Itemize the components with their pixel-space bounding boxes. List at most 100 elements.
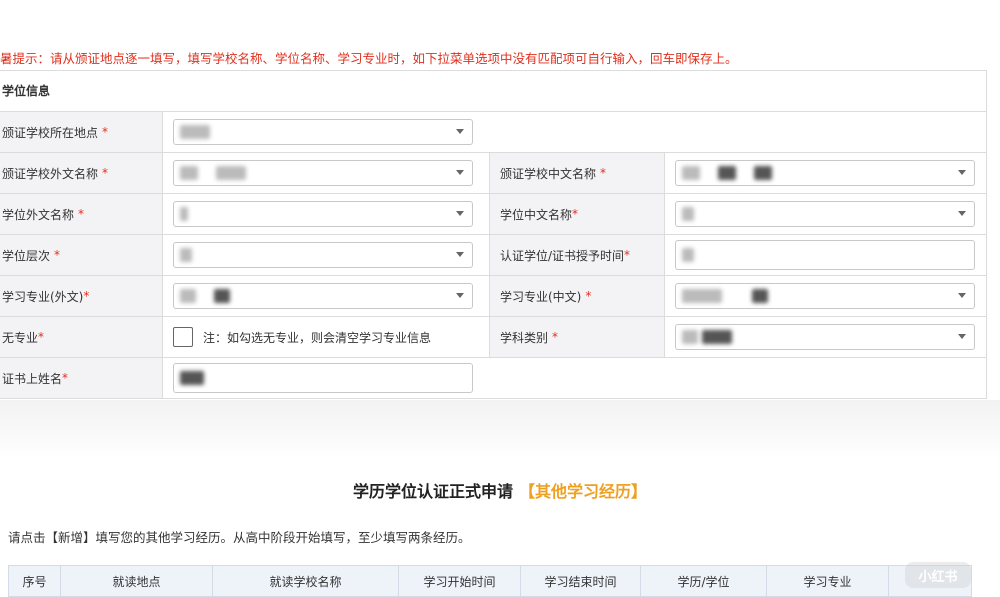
column-header: 序号 — [9, 566, 61, 596]
field-label: 颁证学校中文名称 * — [490, 153, 665, 193]
field-label: 无专业 * — [0, 317, 163, 357]
section-title: 学历学位认证正式申请 【其他学习经历】 — [0, 478, 1000, 502]
column-header: 就读地点 — [61, 566, 213, 596]
required-mark: * — [102, 166, 109, 180]
certificate-name-input[interactable] — [173, 363, 473, 393]
redacted-value — [682, 166, 700, 180]
major-chinese-select[interactable] — [675, 283, 975, 309]
redacted-value — [216, 166, 246, 180]
chevron-down-icon — [456, 252, 464, 257]
degree-chinese-name-select[interactable] — [675, 201, 975, 227]
redacted-value — [180, 371, 204, 385]
field-cell — [163, 276, 490, 316]
field-label: 学习专业(中文) * — [490, 276, 665, 316]
award-date-input[interactable] — [675, 240, 975, 270]
form-row-cert-name: 证书上姓名 * — [0, 358, 986, 398]
redacted-value — [180, 207, 188, 221]
chevron-down-icon — [456, 170, 464, 175]
field-cell: 注：如勾选无专业，则会清空学习专业信息 — [163, 317, 490, 357]
label-no-major: 无专业 — [2, 330, 39, 345]
instruction-text: 请点击【新增】填写您的其他学习经历。从高中阶段开始填写，至少填写两条经历。 — [8, 530, 471, 545]
form-row-no-major: 无专业 * 注：如勾选无专业，则会清空学习专业信息 学科类别 * — [0, 317, 986, 358]
form-row-location: 颁证学校所在地点 * — [0, 112, 986, 153]
field-cell — [665, 276, 986, 316]
redacted-value — [682, 248, 694, 262]
required-mark: * — [38, 330, 45, 344]
label-degree-chinese-name: 学位中文名称 — [500, 207, 573, 222]
no-major-note: 注：如勾选无专业，则会清空学习专业信息 — [203, 330, 432, 345]
redacted-value — [702, 330, 732, 344]
label-school-location: 颁证学校所在地点 — [2, 125, 99, 140]
column-header: 学习结束时间 — [521, 566, 641, 596]
chevron-down-icon — [958, 293, 966, 298]
form-row-school-name: 颁证学校外文名称 * 颁证学校中文名称 * — [0, 153, 986, 194]
degree-info-form: 学位信息 颁证学校所在地点 * 颁证学校外文名称 * 颁证学校中文名称 * 学位… — [0, 70, 987, 399]
redacted-value — [682, 289, 722, 303]
required-mark: * — [552, 330, 559, 344]
no-major-checkbox[interactable] — [173, 327, 193, 347]
field-label: 学位中文名称 * — [490, 194, 665, 234]
field-cell — [163, 153, 490, 193]
chevron-down-icon — [456, 129, 464, 134]
degree-level-select[interactable] — [173, 242, 473, 268]
column-header: 就读学校名称 — [213, 566, 399, 596]
degree-foreign-name-select[interactable] — [173, 201, 473, 227]
label-major-foreign: 学习专业(外文) — [2, 289, 84, 304]
field-label: 学习专业(外文) * — [0, 276, 163, 316]
form-row-degree-name: 学位外文名称 * 学位中文名称 * — [0, 194, 986, 235]
field-label: 颁证学校所在地点 * — [0, 112, 163, 152]
chevron-down-icon — [958, 211, 966, 216]
form-header: 学位信息 — [0, 71, 986, 112]
subject-category-select[interactable] — [675, 324, 975, 350]
redacted-value — [180, 125, 210, 139]
notice-text: 暑提示：请从颁证地点逐一填写，填写学校名称、学位名称、学习专业时，如下拉菜单选项… — [0, 51, 738, 66]
label-subject-category: 学科类别 — [500, 330, 549, 345]
redacted-value — [214, 289, 230, 303]
field-label: 证书上姓名 * — [0, 358, 163, 398]
required-mark: * — [102, 125, 109, 139]
redacted-value — [180, 248, 192, 262]
chevron-down-icon — [958, 170, 966, 175]
label-major-chinese: 学习专业(中文) — [500, 289, 582, 304]
column-header: 学习开始时间 — [399, 566, 521, 596]
field-cell — [665, 235, 986, 275]
redacted-value — [682, 330, 698, 344]
required-mark: * — [624, 248, 631, 262]
required-mark: * — [83, 289, 90, 303]
field-cell — [163, 194, 490, 234]
required-mark: * — [600, 166, 607, 180]
field-cell — [665, 317, 986, 357]
redacted-value — [180, 166, 198, 180]
watermark-logo: 小红书 — [905, 562, 971, 588]
field-cell — [163, 112, 490, 152]
column-header: 学习专业 — [767, 566, 889, 596]
field-cell — [665, 194, 986, 234]
required-mark: * — [572, 207, 579, 221]
field-cell — [163, 358, 490, 398]
form-row-major: 学习专业(外文) * 学习专业(中文) * — [0, 276, 986, 317]
column-header: 学历/学位 — [641, 566, 767, 596]
label-school-foreign-name: 颁证学校外文名称 — [2, 166, 99, 181]
required-mark: * — [54, 248, 61, 262]
field-label: 认证学位/证书授予时间 * — [490, 235, 665, 275]
chevron-down-icon — [456, 293, 464, 298]
redacted-value — [752, 289, 768, 303]
required-mark: * — [62, 371, 69, 385]
label-degree-level: 学位层次 — [2, 248, 51, 263]
redacted-value — [180, 289, 196, 303]
field-label: 颁证学校外文名称 * — [0, 153, 163, 193]
field-cell — [665, 153, 986, 193]
required-mark: * — [78, 207, 85, 221]
field-cell — [163, 235, 490, 275]
school-foreign-name-select[interactable] — [173, 160, 473, 186]
redacted-value — [754, 166, 772, 180]
school-location-select[interactable] — [173, 119, 473, 145]
screenshot-gap — [0, 400, 1000, 458]
form-row-degree-level: 学位层次 * 认证学位/证书授予时间 * — [0, 235, 986, 276]
school-chinese-name-select[interactable] — [675, 160, 975, 186]
required-mark: * — [585, 289, 592, 303]
field-label: 学位层次 * — [0, 235, 163, 275]
major-foreign-select[interactable] — [173, 283, 473, 309]
label-degree-foreign-name: 学位外文名称 — [2, 207, 75, 222]
section-title-main: 学历学位认证正式申请 — [352, 482, 513, 501]
